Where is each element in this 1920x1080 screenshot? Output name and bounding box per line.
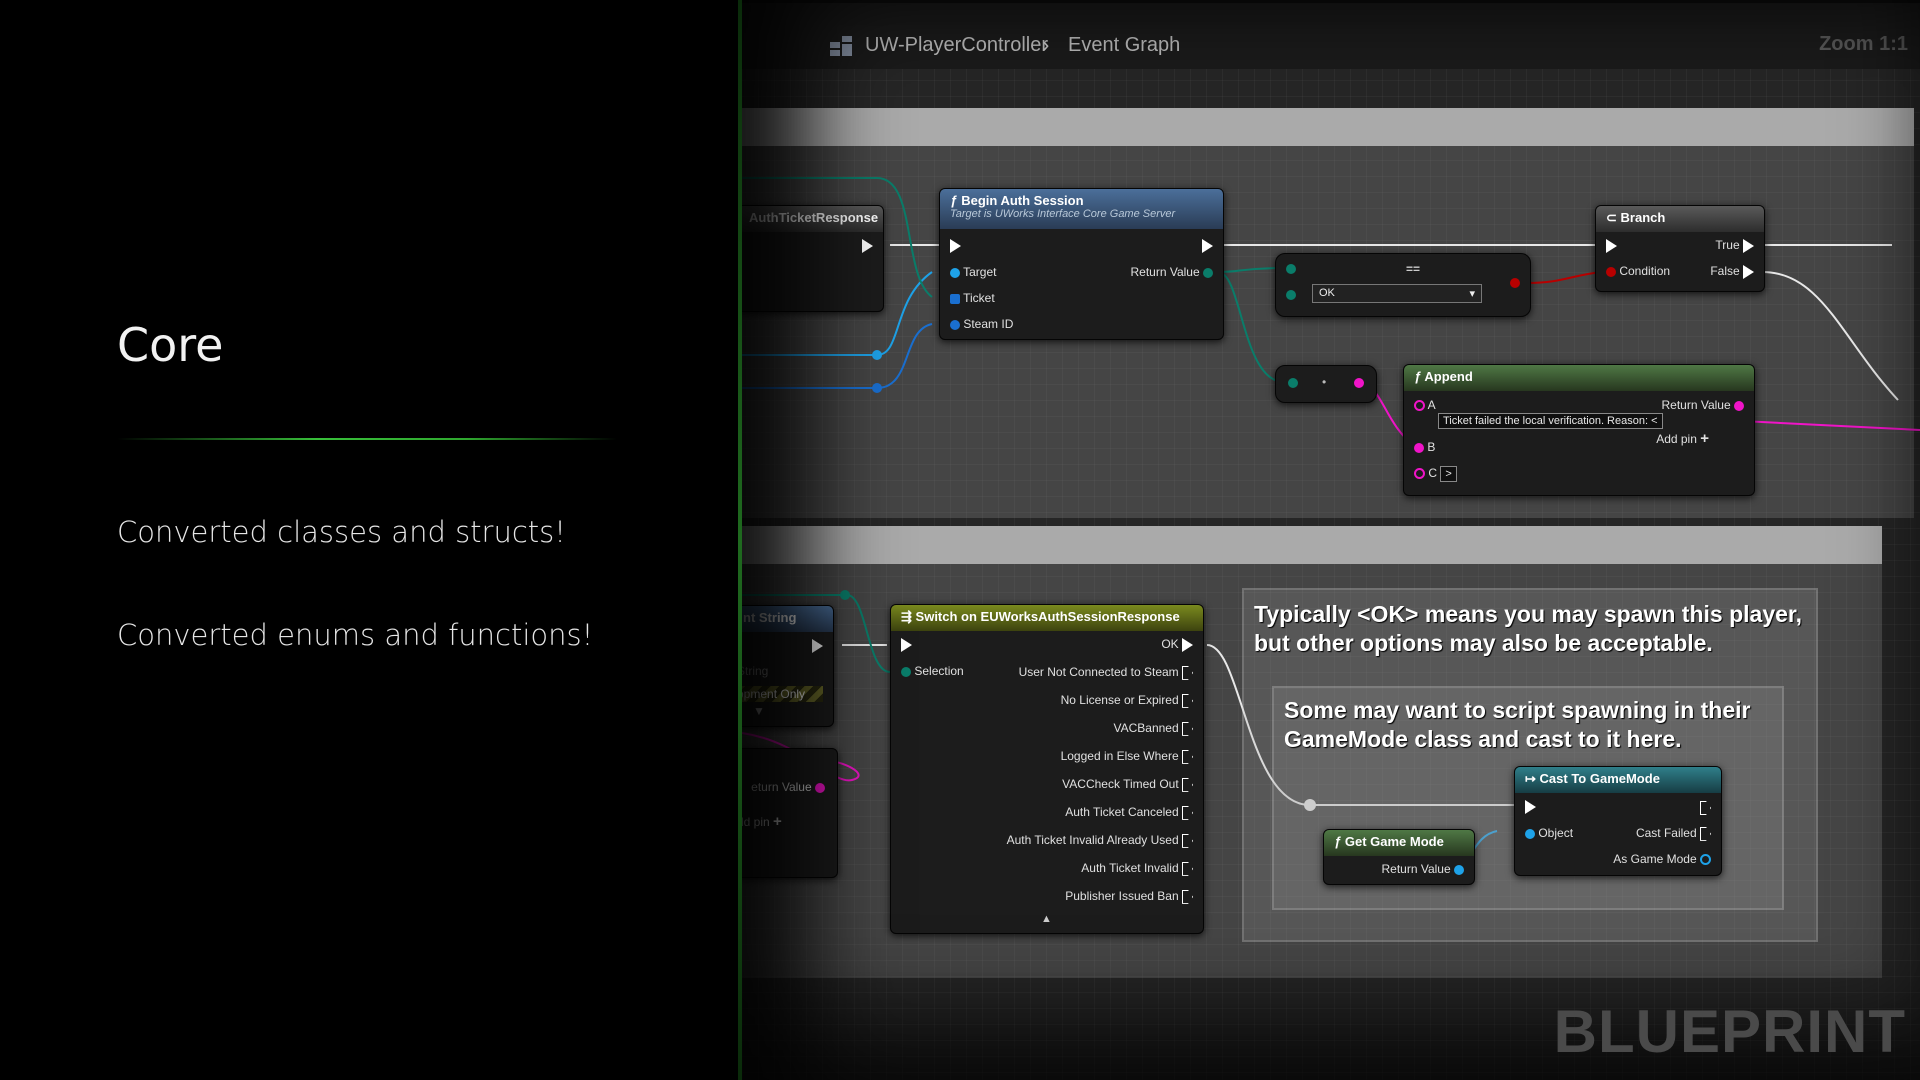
blueprint-watermark: BLUEPRINT xyxy=(1553,998,1906,1065)
switch-output[interactable]: Auth Ticket Invalid xyxy=(1081,861,1193,876)
bullet-2: Converted enums and functions! xyxy=(117,618,594,652)
node-title: Get Game Mode xyxy=(1344,834,1444,849)
add-pin-button[interactable]: dd pin + xyxy=(742,813,782,830)
branch-node[interactable]: ⊂ Branch True Condition False xyxy=(1595,205,1765,292)
c-text-field[interactable]: > xyxy=(1440,466,1457,482)
title-divider xyxy=(117,438,617,440)
auth-ticket-response-node[interactable]: AuthTicketResponse xyxy=(742,205,884,312)
switch-output[interactable]: No License or Expired xyxy=(1061,693,1193,708)
switch-icon: ⇶ xyxy=(901,609,912,624)
condition-pin[interactable]: Condition xyxy=(1606,264,1670,278)
a-pin[interactable]: A xyxy=(1414,398,1436,412)
target-pin[interactable]: Target xyxy=(950,265,996,279)
begin-auth-session-node[interactable]: ƒ Begin Auth Session Target is UWorks Int… xyxy=(939,188,1224,340)
add-pin-button[interactable]: Add pin + xyxy=(1656,430,1709,447)
function-icon: ƒ xyxy=(1414,369,1422,384)
switch-output[interactable]: Publisher Issued Ban xyxy=(1065,889,1193,904)
print-string-node[interactable]: nt String String opment Only ▼ xyxy=(742,605,834,727)
return-value-pin[interactable]: Return Value xyxy=(1131,265,1213,279)
selection-pin[interactable]: Selection xyxy=(901,664,964,678)
chevron-down-icon: ▾ xyxy=(1469,288,1475,300)
plus-icon: + xyxy=(1700,430,1709,447)
blueprint-graph[interactable]: UW-PlayerController › Event Graph Zoom 1… xyxy=(742,0,1920,1080)
cast-to-gamemode-node[interactable]: ↦ Cast To GameMode Object Cast Failed As… xyxy=(1514,766,1722,876)
cast-icon: ↦ xyxy=(1525,771,1536,786)
node-header: ⇶ Switch on EUWorksAuthSessionResponse xyxy=(891,605,1203,631)
return-value-pin[interactable]: Return Value xyxy=(1662,398,1744,412)
node-header: ⊂ Branch xyxy=(1596,206,1764,232)
switch-output[interactable]: Logged in Else Where xyxy=(1061,749,1193,764)
cast-failed-pin[interactable]: Cast Failed xyxy=(1636,826,1711,841)
slide-panel: Core Converted classes and structs! Conv… xyxy=(0,0,740,1080)
as-game-mode-pin[interactable]: As Game Mode xyxy=(1613,852,1711,866)
false-pin[interactable]: False xyxy=(1710,264,1754,279)
object-pin[interactable]: Object xyxy=(1525,826,1573,840)
enum-in-pin-b[interactable] xyxy=(1286,290,1296,300)
switch-output[interactable]: VACCheck Timed Out xyxy=(1062,777,1193,792)
note-text-1: Typically <OK> means you may spawn this … xyxy=(1254,601,1802,656)
switch-output[interactable]: Auth Ticket Canceled xyxy=(1065,805,1193,820)
function-icon: ƒ xyxy=(950,193,958,208)
b-pin[interactable]: B xyxy=(1414,440,1435,454)
exec-out-pin[interactable] xyxy=(862,239,873,253)
string-convert-node[interactable]: • xyxy=(1275,365,1377,403)
return-value-pin[interactable]: Return Value xyxy=(1382,862,1464,876)
string-pin-label: String xyxy=(742,664,769,678)
true-pin[interactable]: True xyxy=(1715,238,1754,253)
return-value-pin[interactable]: eturn Value xyxy=(751,780,825,794)
append-node-partial[interactable]: eturn Value dd pin + xyxy=(742,748,838,878)
equal-enum-node[interactable]: == OK ▾ xyxy=(1275,253,1531,317)
slide-title: Core xyxy=(117,318,224,372)
switch-output[interactable]: VACBanned xyxy=(1114,721,1193,736)
get-game-mode-node[interactable]: ƒ Get Game Mode Return Value xyxy=(1323,829,1475,885)
switch-enum-node[interactable]: ⇶ Switch on EUWorksAuthSessionResponse S… xyxy=(890,604,1204,934)
equal-symbol: == xyxy=(1406,262,1421,276)
enum-dropdown[interactable]: OK ▾ xyxy=(1312,284,1482,303)
node-title: Append xyxy=(1424,369,1473,384)
exec-out-pin[interactable] xyxy=(1202,239,1213,253)
function-icon: ƒ xyxy=(1334,834,1342,849)
bool-out-pin[interactable] xyxy=(1510,278,1520,288)
exec-out-pin[interactable] xyxy=(812,639,823,653)
exec-in-pin[interactable] xyxy=(901,638,912,652)
switch-output-ok[interactable]: OK xyxy=(1161,637,1193,652)
node-header: ƒ Get Game Mode xyxy=(1324,830,1474,856)
node-title: nt String xyxy=(742,606,833,632)
exec-in-pin[interactable] xyxy=(1525,800,1536,814)
enum-in-pin-a[interactable] xyxy=(1286,264,1296,274)
node-title: Branch xyxy=(1620,210,1666,225)
node-title: AuthTicketResponse xyxy=(742,206,883,232)
bullet-1: Converted classes and structs! xyxy=(117,515,566,549)
convert-dot: • xyxy=(1322,375,1327,389)
node-title: Switch on EUWorksAuthSessionResponse xyxy=(915,609,1180,624)
steam-id-pin[interactable]: Steam ID xyxy=(950,317,1013,331)
node-header: ƒ Begin Auth Session Target is UWorks Int… xyxy=(940,189,1223,229)
enum-in-pin[interactable] xyxy=(1288,378,1298,388)
collapse-arrow-icon[interactable]: ▲ xyxy=(1041,913,1052,925)
exec-out-pin[interactable] xyxy=(1700,801,1711,815)
c-pin[interactable]: C > xyxy=(1414,466,1457,482)
comment-note-outer[interactable]: Typically <OK> means you may spawn this … xyxy=(1242,588,1818,942)
switch-output[interactable]: Auth Ticket Invalid Already Used xyxy=(1007,833,1193,848)
node-header: ƒ Append xyxy=(1404,365,1754,391)
ticket-pin[interactable]: Ticket xyxy=(950,291,995,305)
branch-icon: ⊂ xyxy=(1606,210,1617,225)
switch-output[interactable]: User Not Connected to Steam xyxy=(1019,665,1193,680)
node-title: Begin Auth Session xyxy=(961,193,1084,208)
a-text-field[interactable]: Ticket failed the local verification. Re… xyxy=(1438,413,1663,429)
append-node[interactable]: ƒ Append A Ticket failed the local verif… xyxy=(1403,364,1755,496)
expand-arrow-icon[interactable]: ▼ xyxy=(753,704,765,718)
exec-in-pin[interactable] xyxy=(950,239,961,253)
note-text-2: Some may want to script spawning in thei… xyxy=(1284,697,1751,752)
node-subtitle: Target is UWorks Interface Core Game Ser… xyxy=(950,208,1176,220)
exec-in-pin[interactable] xyxy=(1606,239,1617,253)
string-out-pin[interactable] xyxy=(1354,378,1364,388)
development-only-badge: opment Only xyxy=(742,686,823,702)
node-title: Cast To GameMode xyxy=(1539,771,1660,786)
plus-icon: + xyxy=(773,813,782,830)
node-header: ↦ Cast To GameMode xyxy=(1515,767,1721,793)
